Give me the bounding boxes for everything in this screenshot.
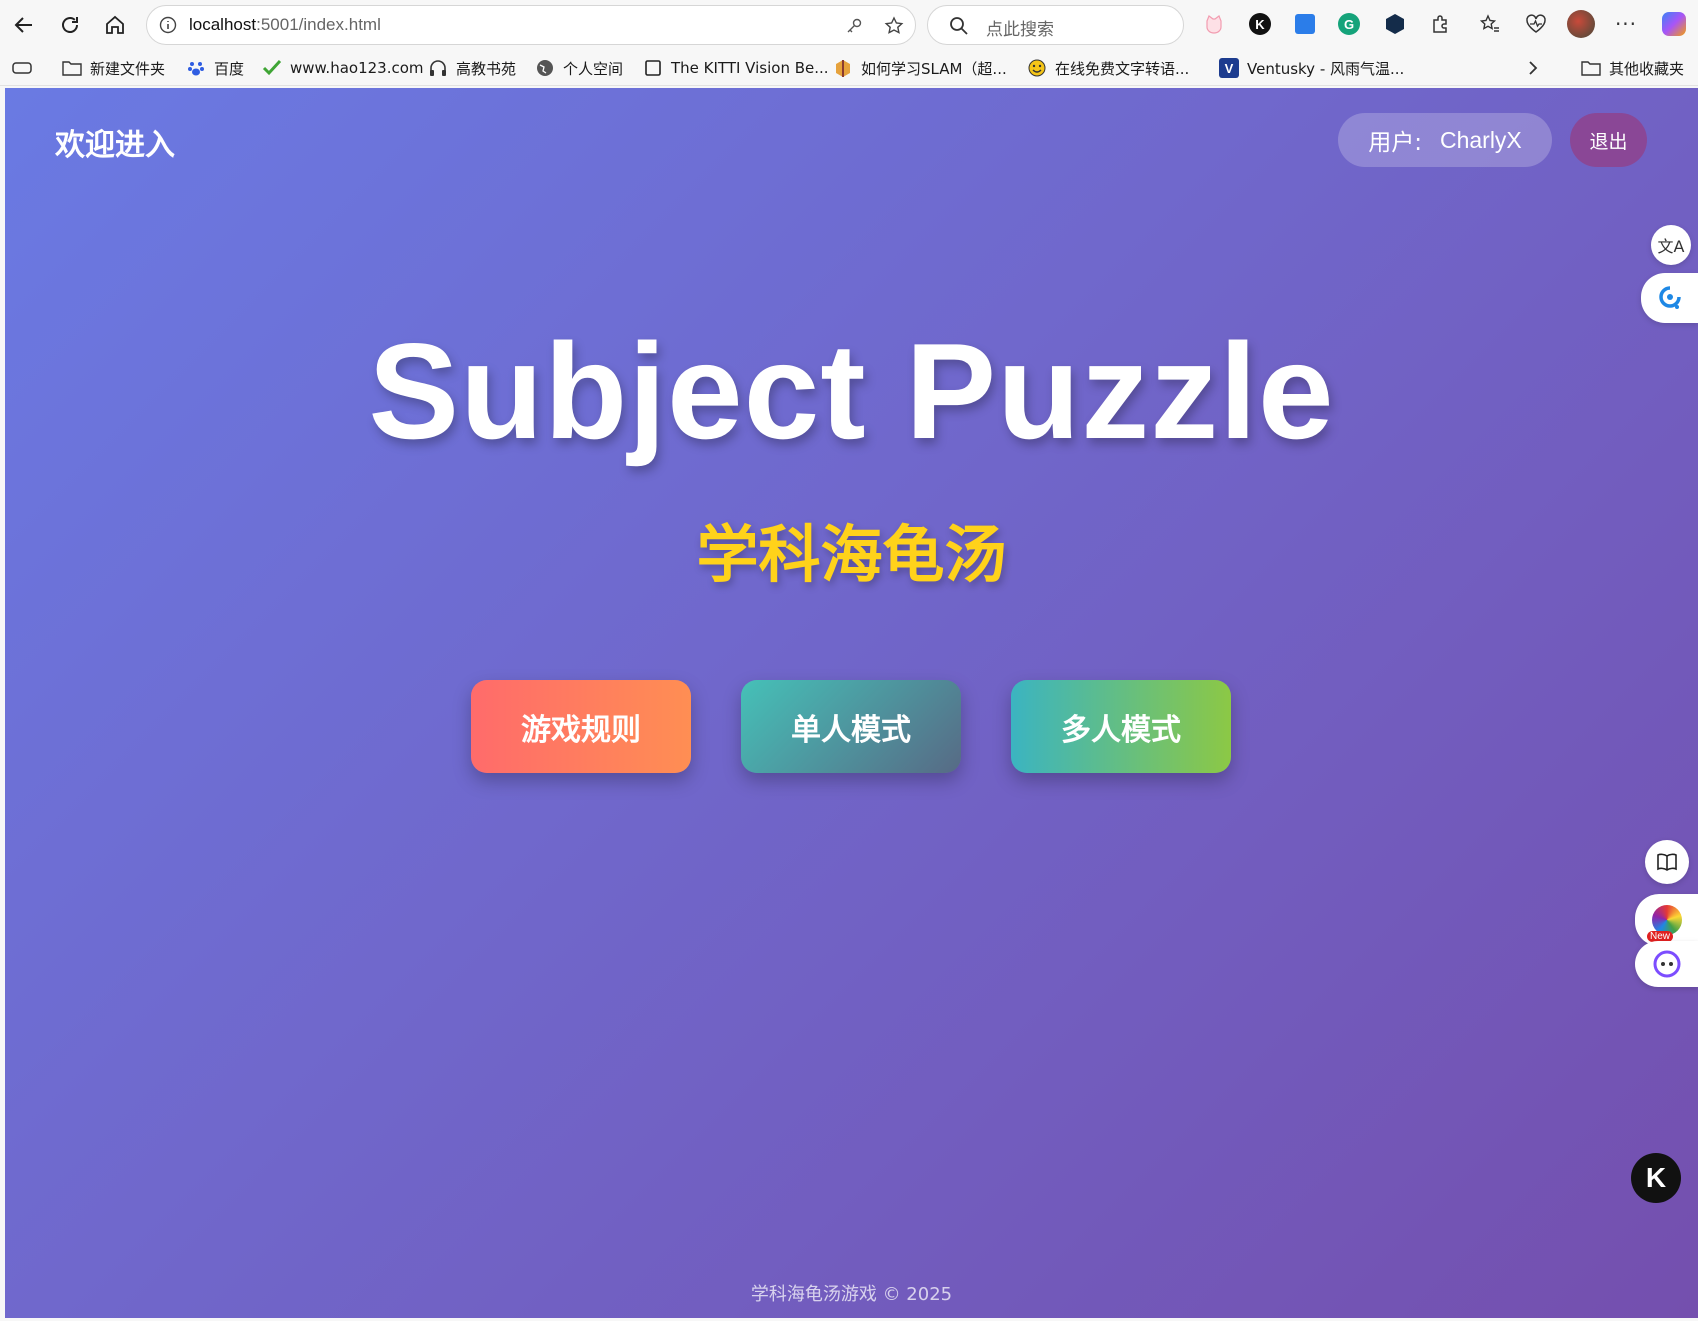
refresh-icon [62,17,78,33]
page-subtitle: 学科海龟汤 [696,518,1007,591]
page-footer: 学科海龟汤游戏 © 2025 [750,1284,953,1305]
more-menu-icon[interactable]: ··· [1612,10,1640,38]
globe-icon [535,58,555,78]
tab-actions-button[interactable] [12,55,32,81]
k-extension-icon[interactable]: K [1246,10,1274,38]
k-floating-button[interactable]: K [1631,1153,1681,1203]
bookmark-item[interactable]: 个人空间 [535,55,623,81]
profile-avatar[interactable] [1567,10,1595,38]
translate-widget[interactable]: 文A [1651,225,1691,265]
translate-icon: 文A [1657,237,1685,256]
zhihu-icon [833,58,853,78]
hex-extension-icon[interactable] [1381,10,1409,38]
k-logo-icon: K [1645,1162,1667,1193]
user-label: 用户: [1368,130,1422,156]
bookmark-item[interactable]: V Ventusky - 风雨气温... [1219,55,1404,81]
welcome-heading: 欢迎进入 [55,128,175,163]
site-info-icon[interactable] [157,14,179,36]
browser-toolbar: localhost:5001/index.html 点此搜索 K G ··· [0,0,1698,50]
bookmark-item[interactable]: 高教书苑 [428,55,516,81]
refresh-button[interactable] [50,5,90,45]
back-arrow-icon [14,17,32,33]
hao123-icon [262,58,282,78]
search-icon [948,15,970,37]
page-title: Subject Puzzle [368,315,1335,467]
folder-icon [62,58,82,78]
book-icon [1657,853,1677,871]
search-placeholder: 点此搜索 [986,20,1054,40]
bookmark-item[interactable]: 新建文件夹 [62,55,165,81]
address-bar[interactable]: localhost:5001/index.html [146,5,916,45]
url-text[interactable]: localhost:5001/index.html [189,15,381,35]
new-feature-widget[interactable]: New [1635,894,1698,946]
single-player-button[interactable]: 单人模式 [741,680,961,773]
logout-button[interactable]: 退出 [1570,113,1647,167]
bookmark-item[interactable]: 百度 [186,55,244,81]
bookmark-item[interactable]: 在线免费文字转语... [1027,55,1189,81]
chevron-right-icon [1523,58,1543,78]
bookmark-item[interactable]: The KITTI Vision Be... [643,55,829,81]
bookmark-item[interactable]: www.hao123.com [262,55,424,81]
folder-icon [1581,58,1601,78]
other-bookmarks[interactable]: 其他收藏夹 [1581,55,1684,81]
copilot-icon[interactable] [1660,10,1688,38]
bookmarks-overflow-chevron[interactable] [1523,55,1543,81]
reader-widget[interactable] [1645,840,1689,884]
page-viewport: 欢迎进入 用户: CharlyX 退出 Subject Puzzle 学科海龟汤… [5,88,1698,1318]
bookmark-item[interactable]: 如何学习SLAM（超... [833,55,1007,81]
smile-icon [1027,58,1047,78]
multiplayer-button[interactable]: 多人模式 [1011,680,1231,773]
baidu-icon [186,58,206,78]
headphones-icon [428,58,448,78]
assistant-icon [1658,286,1681,309]
bot-face-icon [1653,950,1680,978]
key-icon[interactable] [843,15,865,37]
translate-extension-icon[interactable] [1291,10,1319,38]
grammarly-extension-icon[interactable]: G [1335,10,1363,38]
user-info-pill: 用户: CharlyX [1338,113,1552,167]
cat-extension-icon[interactable] [1200,10,1228,38]
performance-heart-icon[interactable] [1522,10,1550,38]
chat-bot-widget[interactable] [1635,941,1698,987]
ventusky-icon: V [1219,58,1239,78]
home-icon [106,15,124,34]
username: CharlyX [1439,126,1522,153]
tab-actions-icon [12,58,32,78]
back-button[interactable] [4,5,44,45]
favorites-icon[interactable] [1476,10,1504,38]
search-box[interactable]: 点此搜索 [927,5,1184,45]
game-rules-button[interactable]: 游戏规则 [471,680,691,773]
extensions-puzzle-icon[interactable] [1426,10,1454,38]
home-button[interactable] [95,5,135,45]
favorite-star-icon[interactable] [883,15,905,37]
bookmarks-bar: 新建文件夹 百度 www.hao123.com 高教书苑 个人空间 The KI… [0,50,1698,86]
assistant-widget[interactable] [1641,273,1698,323]
page-icon [643,58,663,78]
